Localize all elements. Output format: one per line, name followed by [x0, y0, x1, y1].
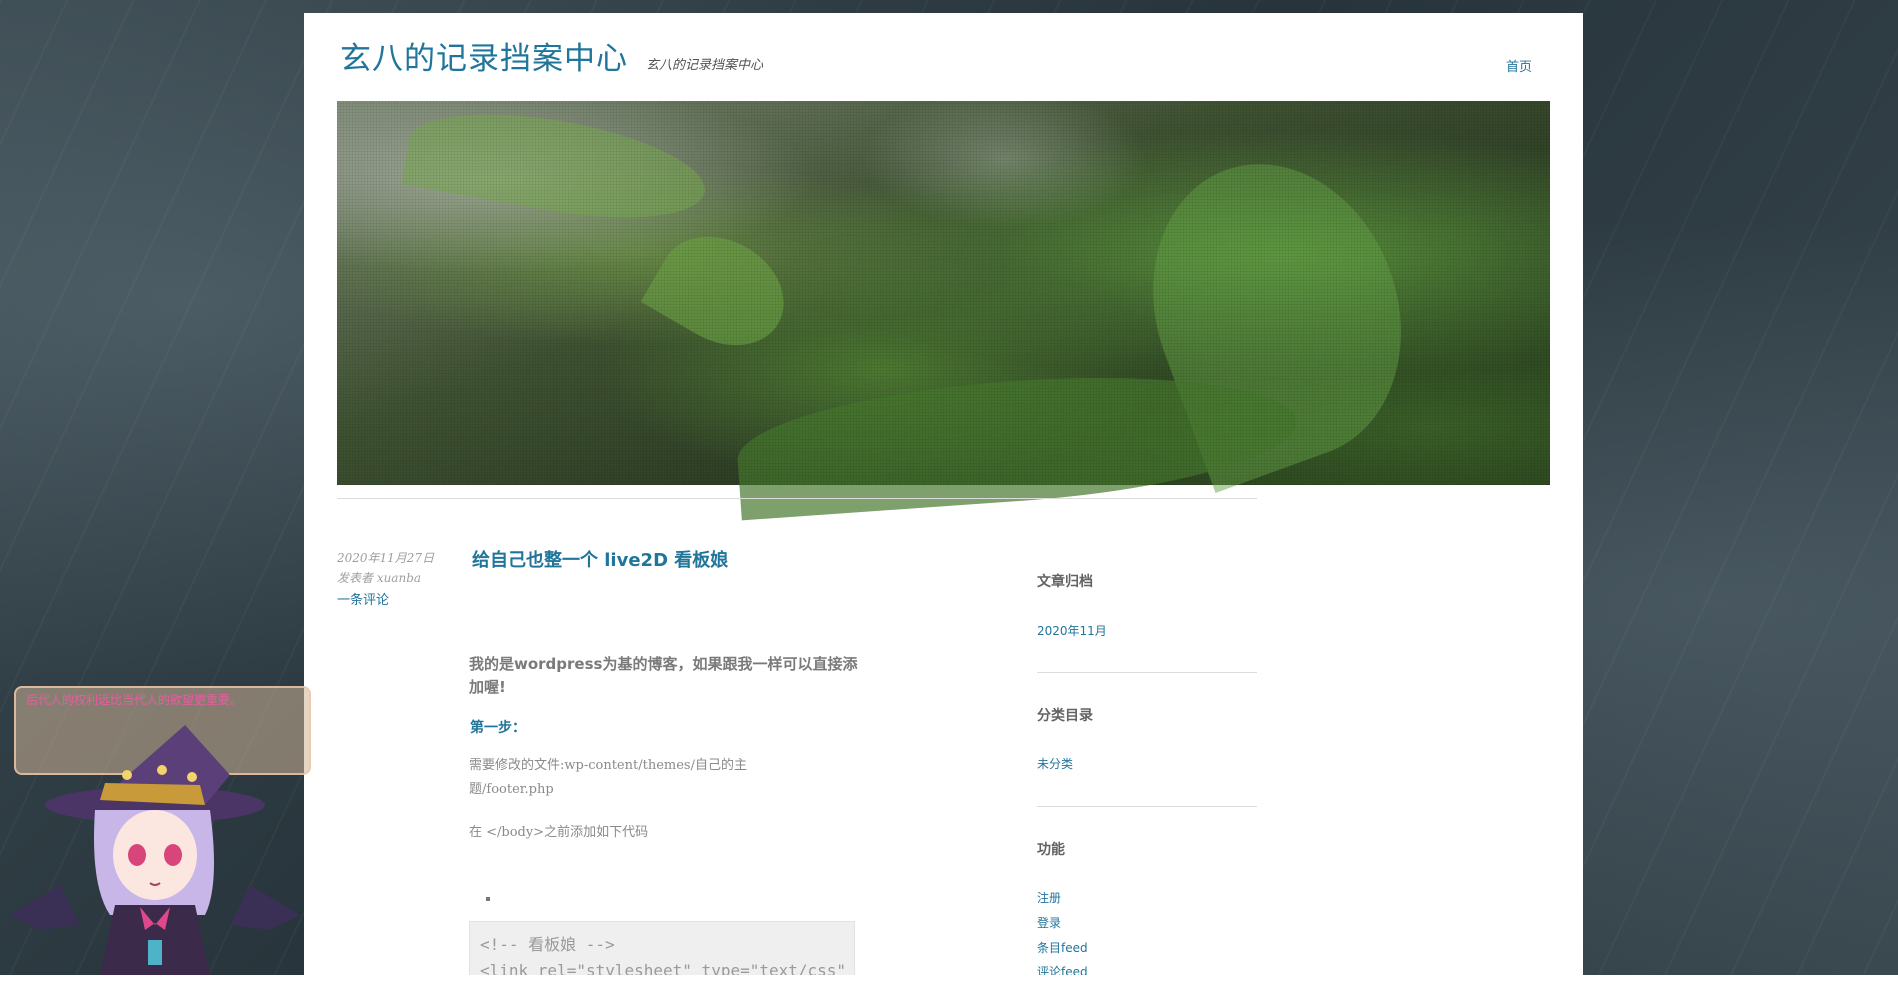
post-comments-link[interactable]: 一条评论 [337, 589, 389, 608]
post-date[interactable]: 2020年11月27日 [337, 549, 434, 566]
category-link[interactable]: 未分类 [1037, 755, 1073, 772]
nav-home-link[interactable]: 首页 [1506, 56, 1532, 75]
login-link[interactable]: 登录 [1037, 914, 1061, 931]
archive-link[interactable]: 2020年11月 [1037, 622, 1107, 639]
register-link[interactable]: 注册 [1037, 889, 1061, 906]
content-container: 玄八的记录挡案中心 玄八的记录挡案中心 首页 2020年11月27日 发表者 x… [304, 13, 1583, 975]
code-block: <!-- 看板娘 --> <link rel="stylesheet" type=… [469, 921, 855, 975]
widget-divider [1037, 806, 1257, 807]
post-file-path: 需要修改的文件:wp-content/themes/自己的主题/footer.p… [469, 758, 747, 797]
entries-feed-link[interactable]: 条目feed [1037, 939, 1088, 956]
bottom-strip [0, 975, 1898, 1001]
code-line: <link rel="stylesheet" type="text/css" [480, 961, 847, 975]
widget-divider [1037, 672, 1257, 673]
list-bullet [486, 897, 490, 901]
header-image [337, 95, 1550, 521]
live2d-mascot[interactable] [0, 715, 310, 975]
archives-widget-title: 文章归档 [1037, 574, 1093, 590]
header-image-overlay [337, 101, 1550, 485]
post-step-heading: 第一步： [470, 720, 526, 736]
site-description: 玄八的记录挡案中心 [646, 58, 764, 73]
meta-widget-title: 功能 [1037, 842, 1065, 858]
post-title[interactable]: 给自己也整一个 live2D 看板娘 [472, 546, 728, 572]
divider [337, 498, 1257, 499]
post-author[interactable]: 发表者 xuanba [337, 569, 421, 586]
site-title[interactable]: 玄八的记录挡案中心 [340, 33, 628, 78]
comments-feed-link[interactable]: 评论feed [1037, 963, 1088, 975]
code-line: <!-- 看板娘 --> [480, 935, 615, 954]
post-intro: 我的是wordpress为基的博客，如果跟我一样可以直接添加喔! [469, 655, 858, 696]
categories-widget-title: 分类目录 [1037, 708, 1093, 724]
mascot-message: 后代人的权利远比当代人的欲望更重要。 [26, 693, 243, 707]
post-instruction: 在 </body>之前添加如下代码 [469, 825, 649, 840]
